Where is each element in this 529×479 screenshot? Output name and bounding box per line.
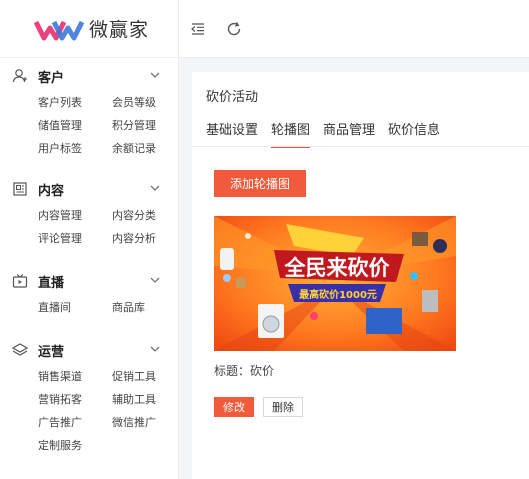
carousel-caption: 标题：砍价: [214, 364, 275, 378]
tab-bargain-info[interactable]: 砍价信息: [388, 119, 440, 148]
chevron-down-icon[interactable]: [150, 344, 160, 354]
logo: 微赢家: [0, 0, 178, 58]
sidebar-item-promo-tools[interactable]: 促销工具: [112, 368, 186, 385]
chevron-down-icon[interactable]: [150, 70, 160, 80]
chevron-down-icon[interactable]: [150, 275, 160, 285]
sidebar-item-stored-value[interactable]: 储值管理: [38, 117, 112, 134]
edit-button[interactable]: 修改: [214, 397, 254, 417]
collapse-menu-icon[interactable]: [189, 20, 207, 38]
sidebar-section-operation: 运营 销售渠道 促销工具 营销拓客 辅助工具 广告推广 微信推广 定制服务: [0, 334, 178, 464]
app-root: 微赢家 客户 客户列表 会员等级 储值管理 积分管理 用户标签 余额记录 内容 …: [0, 0, 529, 479]
sidebar-item-content-analysis[interactable]: 内容分析: [112, 230, 186, 247]
sidebar-item-user-tags[interactable]: 用户标签: [38, 140, 112, 157]
sidebar-item-content-manage[interactable]: 内容管理: [38, 207, 112, 224]
carousel-image[interactable]: 全民来砍价 最高砍价1000元: [214, 216, 456, 351]
sidebar: 微赢家 客户 客户列表 会员等级 储值管理 积分管理 用户标签 余额记录 内容 …: [0, 0, 179, 479]
tab-bar: 基础设置 轮播图 商品管理 砍价信息: [206, 119, 453, 148]
add-carousel-button[interactable]: 添加轮播图: [214, 170, 306, 197]
sidebar-section-header[interactable]: 内容: [0, 173, 178, 205]
sidebar-item-member-level[interactable]: 会员等级: [112, 94, 186, 111]
sidebar-item-comment-manage[interactable]: 评论管理: [38, 230, 112, 247]
sidebar-item-assist-tools[interactable]: 辅助工具: [112, 391, 186, 408]
sidebar-item-product-library[interactable]: 商品库: [112, 299, 186, 316]
sidebar-item-customer-list[interactable]: 客户列表: [38, 94, 112, 111]
banner-subline: 最高砍价1000元: [299, 288, 377, 301]
sidebar-item-points[interactable]: 积分管理: [112, 117, 186, 134]
tab-basic-settings[interactable]: 基础设置: [206, 119, 258, 148]
banner-graphic: 全民来砍价 最高砍价1000元: [214, 216, 456, 351]
chevron-down-icon[interactable]: [150, 183, 160, 193]
user-icon: [12, 68, 28, 84]
sidebar-section-customer: 客户 客户列表 会员等级 储值管理 积分管理 用户标签 余额记录: [0, 60, 178, 167]
tab-divider: [192, 146, 529, 147]
sidebar-submenu: 直播间 商品库: [0, 297, 178, 326]
sidebar-section-title: 客户: [38, 70, 65, 86]
sidebar-item-content-category[interactable]: 内容分类: [112, 207, 186, 224]
refresh-icon[interactable]: [225, 20, 243, 38]
tab-product-manage[interactable]: 商品管理: [323, 119, 375, 148]
sidebar-section-live: 直播 直播间 商品库: [0, 265, 178, 326]
sidebar-section-title: 直播: [38, 275, 65, 291]
sidebar-submenu: 内容管理 内容分类 评论管理 内容分析: [0, 205, 178, 257]
tab-carousel[interactable]: 轮播图: [271, 119, 311, 148]
sidebar-item-live-room[interactable]: 直播间: [38, 299, 112, 316]
sidebar-section-header[interactable]: 运营: [0, 334, 178, 366]
sidebar-section-title: 运营: [38, 344, 65, 360]
top-bar: [179, 0, 529, 58]
sidebar-item-ad-promo[interactable]: 广告推广: [38, 414, 112, 431]
sidebar-item-wechat-promo[interactable]: 微信推广: [112, 414, 186, 431]
sidebar-section-title: 内容: [38, 183, 65, 199]
sidebar-item-sales-channel[interactable]: 销售渠道: [38, 368, 112, 385]
tv-icon: [12, 273, 28, 289]
sidebar-section-header[interactable]: 客户: [0, 60, 178, 92]
sidebar-section-content: 内容 内容管理 内容分类 评论管理 内容分析: [0, 173, 178, 257]
layers-icon: [12, 342, 28, 358]
water-heater-image: [220, 248, 234, 270]
brand-logo-icon: [34, 20, 85, 40]
sidebar-submenu: 销售渠道 促销工具 营销拓客 辅助工具 广告推广 微信推广 定制服务: [0, 366, 178, 464]
page-title: 砍价活动: [206, 90, 259, 105]
delete-button[interactable]: 删除: [263, 397, 303, 417]
banner-headline: 全民来砍价: [284, 256, 391, 280]
sidebar-submenu: 客户列表 会员等级 储值管理 积分管理 用户标签 余额记录: [0, 92, 178, 167]
sidebar-item-balance-records[interactable]: 余额记录: [112, 140, 186, 157]
tv-product-image: [366, 308, 402, 334]
sidebar-item-custom-service[interactable]: 定制服务: [38, 437, 112, 454]
document-icon: [12, 181, 28, 197]
main-card: 砍价活动 基础设置 轮播图 商品管理 砍价信息 添加轮播图 全民来砍价 最高砍价…: [192, 72, 529, 479]
brand-name: 微赢家: [89, 19, 150, 41]
sidebar-item-marketing[interactable]: 营销拓客: [38, 391, 112, 408]
sidebar-section-header[interactable]: 直播: [0, 265, 178, 297]
